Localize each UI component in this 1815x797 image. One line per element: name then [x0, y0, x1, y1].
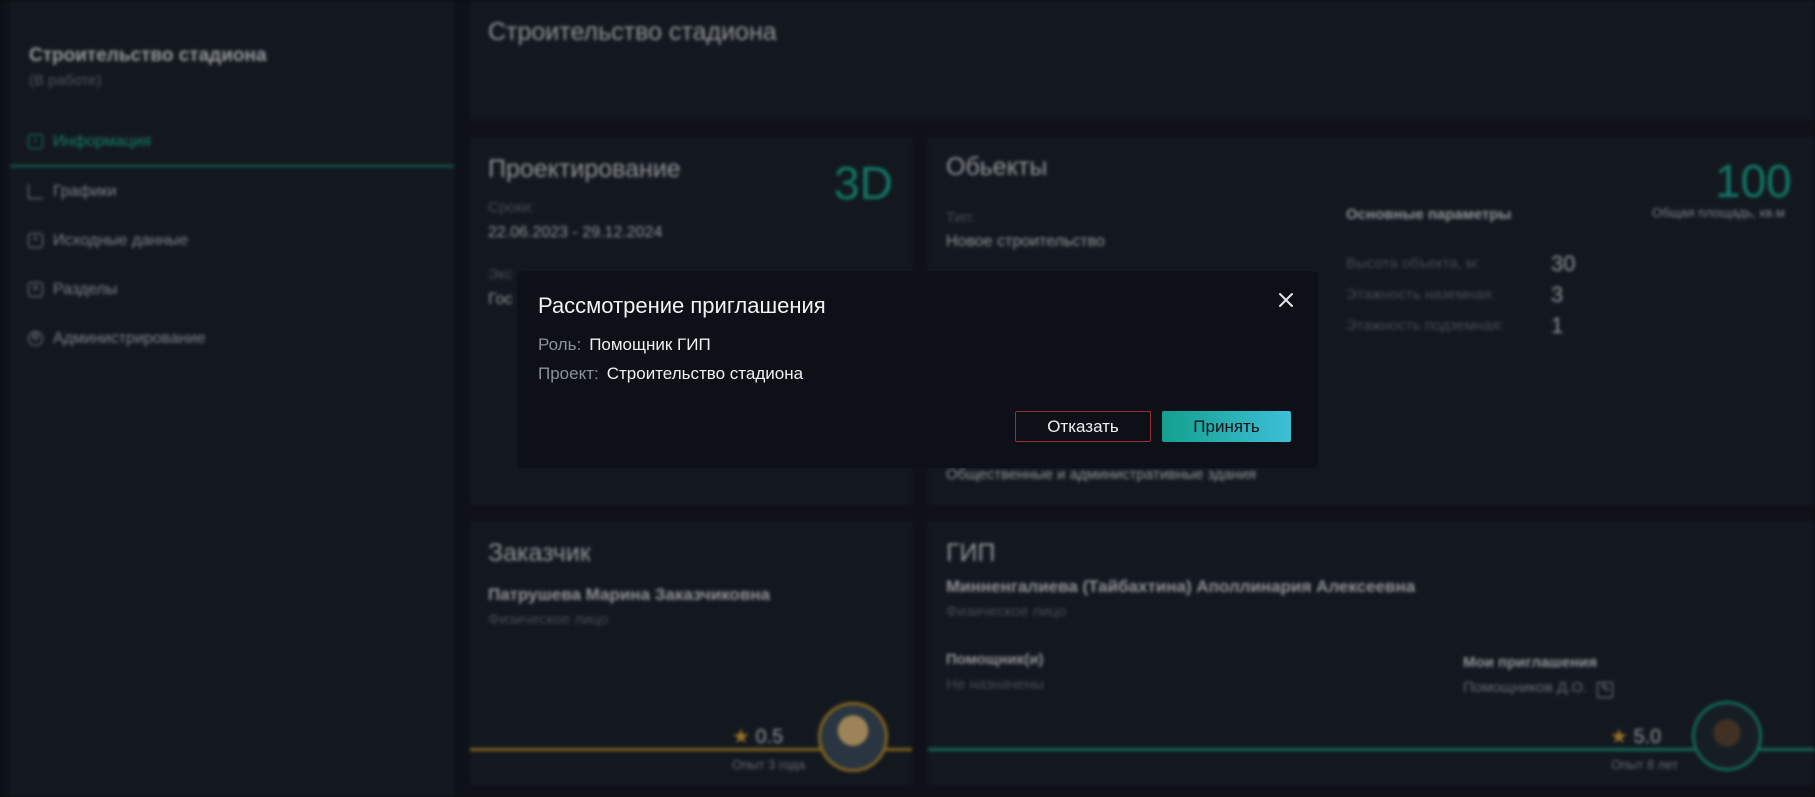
decline-button[interactable]: Отказать	[1015, 411, 1151, 442]
modal-project-value: Строительство стадиона	[606, 364, 804, 383]
modal-project-label: Проект:	[538, 364, 599, 383]
accept-button[interactable]: Принять	[1162, 411, 1291, 442]
modal-role-label: Роль:	[538, 335, 582, 354]
modal-role-row: Роль: Помощник ГИП	[538, 335, 711, 355]
close-icon[interactable]	[1274, 288, 1298, 312]
invitation-modal: Рассмотрение приглашения Роль: Помощник Г…	[517, 271, 1318, 468]
modal-title: Рассмотрение приглашения	[538, 293, 826, 318]
modal-project-row: Проект: Строительство стадиона	[538, 364, 803, 384]
modal-role-value: Помощник ГИП	[589, 335, 711, 354]
